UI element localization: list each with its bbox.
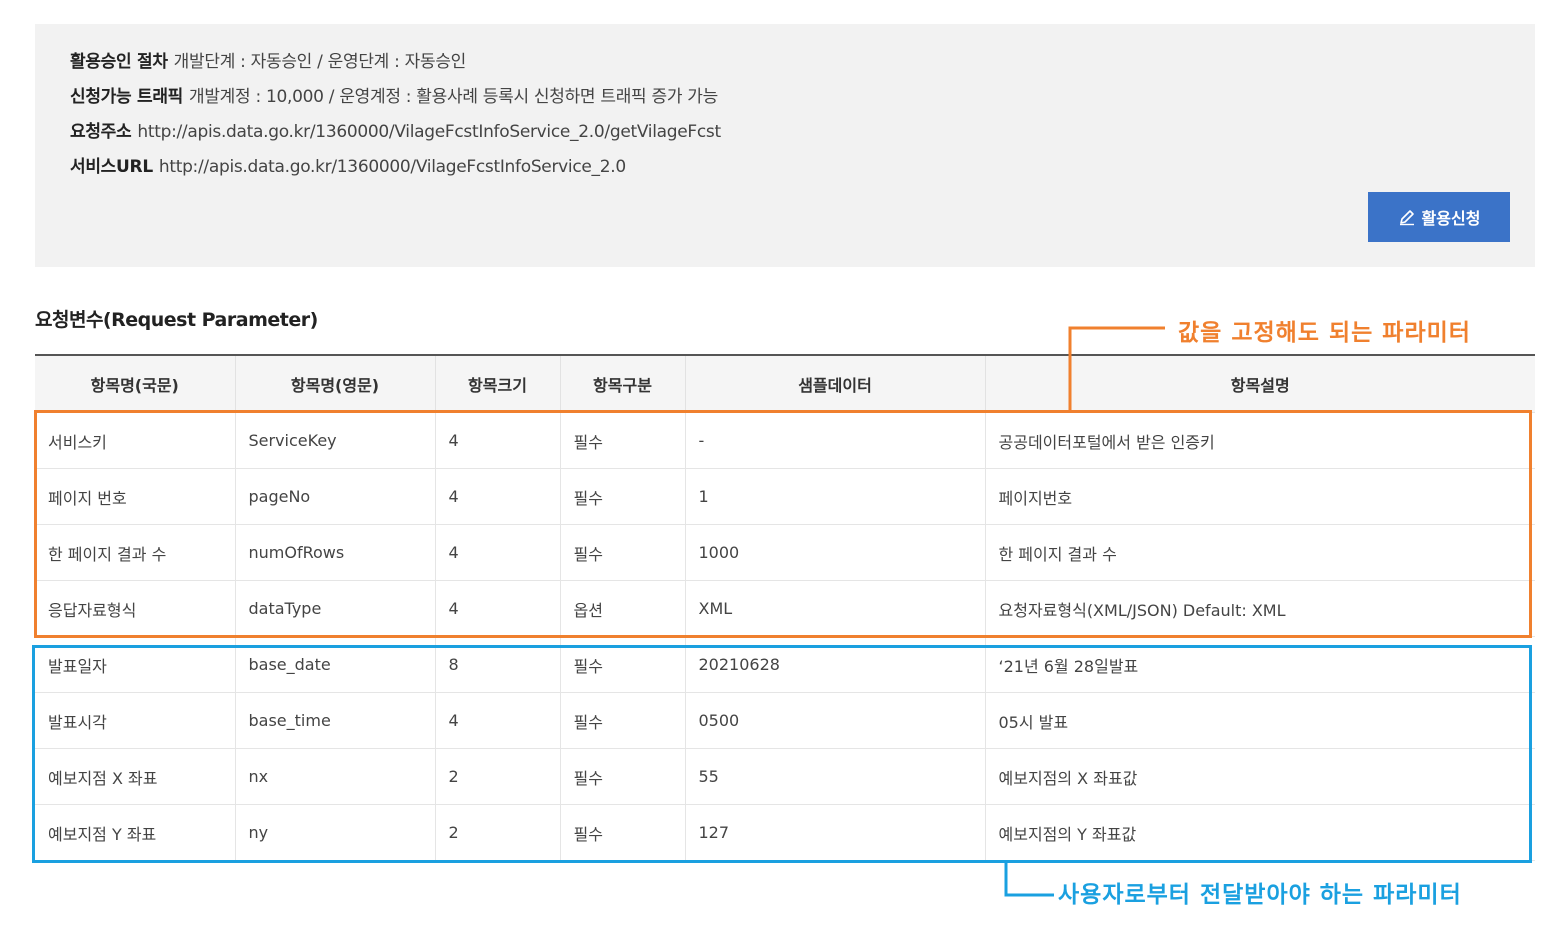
cell-sample: XML — [685, 580, 986, 637]
cell-sample: 0500 — [685, 692, 986, 749]
cell-name-kr: 예보지점 X 좌표 — [35, 748, 236, 805]
header-sample: 샘플데이터 — [685, 354, 986, 413]
cell-name-kr: 응답자료형식 — [35, 580, 236, 637]
cell-description: 공공데이터포털에서 받은 인증키 — [985, 412, 1535, 469]
pencil-icon — [1398, 208, 1416, 226]
approval-procedure-value: 개발단계 : 자동승인 / 운영단계 : 자동승인 — [173, 52, 467, 72]
cell-description: ‘21년 6월 28일발표 — [985, 636, 1535, 693]
cell-size: 4 — [435, 524, 561, 581]
cell-size: 4 — [435, 580, 561, 637]
cell-sample: 1 — [685, 468, 986, 525]
cell-sample: 1000 — [685, 524, 986, 581]
cell-name-kr: 서비스키 — [35, 412, 236, 469]
header-name-kr: 항목명(국문) — [35, 354, 236, 413]
page: 활용승인 절차 개발단계 : 자동승인 / 운영단계 : 자동승인 신청가능 트래… — [0, 0, 1562, 926]
cell-type: 필수 — [560, 468, 686, 525]
cell-sample: 55 — [685, 748, 986, 805]
service-url-line: 서비스URL http://apis.data.go.kr/1360000/Vil… — [70, 156, 626, 178]
traffic-value: 개발계정 : 10,000 / 운영계정 : 활용사례 등록시 신청하면 트래픽… — [189, 87, 718, 107]
table-row: 예보지점 X 좌표 nx 2 필수 55 예보지점의 X 좌표값 — [35, 748, 1535, 805]
table-header-row: 항목명(국문) 항목명(영문) 항목크기 항목구분 샘플데이터 항목설명 — [35, 354, 1535, 413]
cell-size: 8 — [435, 636, 561, 693]
cell-description: 한 페이지 결과 수 — [985, 524, 1535, 581]
cell-size: 4 — [435, 692, 561, 749]
cell-type: 필수 — [560, 748, 686, 805]
request-url-value: http://apis.data.go.kr/1360000/VilageFcs… — [137, 122, 721, 142]
cell-name-en: pageNo — [235, 468, 436, 525]
cell-name-en: nx — [235, 748, 436, 805]
cell-sample: 127 — [685, 804, 986, 861]
cell-type: 옵션 — [560, 580, 686, 637]
header-description: 항목설명 — [985, 354, 1535, 413]
cell-name-kr: 예보지점 Y 좌표 — [35, 804, 236, 861]
apply-button-label: 활용신청 — [1421, 209, 1481, 228]
request-parameter-table: 항목명(국문) 항목명(영문) 항목크기 항목구분 샘플데이터 항목설명 서비스… — [35, 354, 1535, 861]
service-url-value: http://apis.data.go.kr/1360000/VilageFcs… — [158, 157, 626, 177]
header-type: 항목구분 — [560, 354, 686, 413]
fixed-params-annotation: 값을 고정해도 되는 파라미터 — [1178, 320, 1471, 346]
traffic-line: 신청가능 트래픽 개발계정 : 10,000 / 운영계정 : 활용사례 등록시 … — [70, 86, 718, 108]
cell-type: 필수 — [560, 804, 686, 861]
table-row: 한 페이지 결과 수 numOfRows 4 필수 1000 한 페이지 결과 … — [35, 524, 1535, 581]
cell-name-kr: 한 페이지 결과 수 — [35, 524, 236, 581]
cell-name-kr: 발표시각 — [35, 692, 236, 749]
section-title: 요청변수(Request Parameter) — [35, 309, 318, 331]
cell-size: 2 — [435, 804, 561, 861]
cell-size: 2 — [435, 748, 561, 805]
service-url-label: 서비스URL — [70, 157, 153, 177]
table-row: 페이지 번호 pageNo 4 필수 1 페이지번호 — [35, 468, 1535, 525]
cell-description: 요청자료형식(XML/JSON) Default: XML — [985, 580, 1535, 637]
header-size: 항목크기 — [435, 354, 561, 413]
table-row: 응답자료형식 dataType 4 옵션 XML 요청자료형식(XML/JSON… — [35, 580, 1535, 637]
cell-name-kr: 발표일자 — [35, 636, 236, 693]
user-params-connector — [1004, 860, 1054, 897]
cell-type: 필수 — [560, 524, 686, 581]
user-params-annotation: 사용자로부터 전달받아야 하는 파라미터 — [1058, 882, 1462, 908]
cell-description: 05시 발표 — [985, 692, 1535, 749]
approval-procedure-label: 활용승인 절차 — [70, 52, 168, 72]
cell-type: 필수 — [560, 412, 686, 469]
cell-description: 예보지점의 X 좌표값 — [985, 748, 1535, 805]
cell-sample: - — [685, 412, 986, 469]
cell-name-kr: 페이지 번호 — [35, 468, 236, 525]
header-name-en: 항목명(영문) — [235, 354, 436, 413]
cell-sample: 20210628 — [685, 636, 986, 693]
cell-type: 필수 — [560, 692, 686, 749]
request-url-line: 요청주소 http://apis.data.go.kr/1360000/Vilag… — [70, 121, 721, 143]
cell-description: 페이지번호 — [985, 468, 1535, 525]
table-row: 발표일자 base_date 8 필수 20210628 ‘21년 6월 28일… — [35, 636, 1535, 693]
table-row: 발표시각 base_time 4 필수 0500 05시 발표 — [35, 692, 1535, 749]
cell-name-en: ServiceKey — [235, 412, 436, 469]
api-info-box: 활용승인 절차 개발단계 : 자동승인 / 운영단계 : 자동승인 신청가능 트래… — [35, 24, 1535, 267]
request-url-label: 요청주소 — [70, 122, 132, 142]
cell-size: 4 — [435, 412, 561, 469]
table-row: 예보지점 Y 좌표 ny 2 필수 127 예보지점의 Y 좌표값 — [35, 804, 1535, 861]
cell-type: 필수 — [560, 636, 686, 693]
cell-name-en: base_time — [235, 692, 436, 749]
traffic-label: 신청가능 트래픽 — [70, 87, 183, 107]
cell-name-en: ny — [235, 804, 436, 861]
cell-name-en: dataType — [235, 580, 436, 637]
cell-size: 4 — [435, 468, 561, 525]
cell-name-en: numOfRows — [235, 524, 436, 581]
cell-description: 예보지점의 Y 좌표값 — [985, 804, 1535, 861]
table-row: 서비스키 ServiceKey 4 필수 - 공공데이터포털에서 받은 인증키 — [35, 412, 1535, 469]
apply-button[interactable]: 활용신청 — [1368, 192, 1510, 242]
cell-name-en: base_date — [235, 636, 436, 693]
approval-procedure-line: 활용승인 절차 개발단계 : 자동승인 / 운영단계 : 자동승인 — [70, 51, 466, 73]
